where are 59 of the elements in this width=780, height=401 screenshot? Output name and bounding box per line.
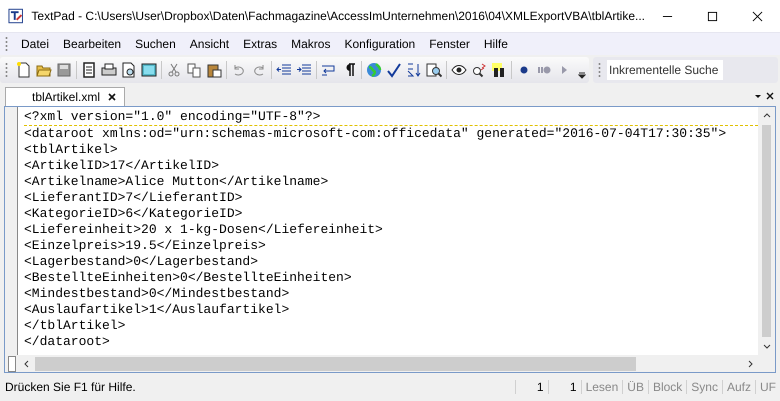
code-line: </dataroot> — [24, 334, 111, 350]
paste-icon[interactable] — [206, 62, 222, 78]
code-line: <Auslaufartikel>1</Auslaufartikel> — [24, 302, 290, 318]
overflow-caret-icon[interactable] — [578, 71, 586, 79]
menu-item[interactable]: Makros — [284, 37, 338, 51]
window-icon[interactable] — [141, 62, 157, 78]
mode-indicator: Lesen — [580, 380, 622, 394]
code-line: <KategorieID>6</KategorieID> — [24, 206, 244, 222]
mode-indicator: Aufz — [722, 380, 755, 394]
cursor-position: 1 — [548, 380, 581, 394]
print-preview-icon[interactable] — [121, 62, 137, 78]
mode-indicator: UF — [755, 380, 780, 394]
save-icon[interactable] — [56, 62, 72, 78]
code-line: <?xml version="1.0" encoding="UTF-8"?> — [24, 109, 758, 126]
eye-icon[interactable] — [451, 62, 467, 78]
close-icon[interactable] — [752, 10, 763, 22]
menu-item[interactable]: Extras — [236, 37, 284, 51]
menu-item[interactable]: Fenster — [422, 37, 477, 51]
menu-item[interactable]: Hilfe — [476, 37, 515, 51]
search-field[interactable]: Inkrementelle Suche — [607, 60, 723, 80]
menu-item[interactable]: Datei — [14, 37, 56, 51]
window-title: TextPad - C:\Users\User\Dropbox\Daten\Fachmagazine\AccessImUnternehmen\2016\04\XMLExportVBA\tblArtike... — [31, 9, 645, 23]
close-icon[interactable] — [766, 92, 774, 100]
menu-item[interactable]: Bearbeiten — [56, 37, 128, 51]
code-line: <ArtikelID>17</ArtikelID> — [24, 158, 220, 174]
replace-icon[interactable] — [471, 62, 487, 78]
code-line: </tblArtikel> — [24, 318, 126, 334]
status-message: Drücken Sie F1 für Hilfe. — [4, 380, 137, 394]
mode-indicator: Block — [648, 380, 686, 394]
code-line: <Mindestbestand>0</Mindestbestand> — [24, 286, 290, 302]
copy-icon[interactable] — [186, 62, 202, 78]
code-line: <LieferantID>7</LieferantID> — [24, 190, 244, 206]
mode-indicator: ÜB — [622, 380, 648, 394]
code-line: <Einzelpreis>19.5</Einzelpreis> — [24, 238, 267, 254]
mode-indicator: Sync — [686, 380, 722, 394]
find-in-files-icon[interactable] — [426, 62, 442, 78]
printer-icon[interactable] — [101, 62, 117, 78]
app-icon — [8, 8, 24, 24]
splitter-handle[interactable] — [8, 356, 16, 372]
code-line: <BestellteEinheiten>0</BestellteEinheiten> — [24, 270, 353, 286]
cursor-position: 1 — [514, 380, 548, 394]
new-file-icon[interactable] — [16, 62, 32, 78]
code-line: <dataroot xmlns:od="urn:schemas-microsoft-com:officedata" generated="2016-07-04T17:30:35"> — [24, 126, 728, 142]
sort-icon[interactable] — [406, 62, 422, 78]
scrollbar-thumb[interactable] — [762, 125, 771, 337]
menu-item[interactable]: Ansicht — [182, 37, 236, 51]
scrollbar-thumb[interactable] — [35, 356, 636, 370]
menu-item[interactable]: Konfiguration — [337, 37, 422, 51]
code-line: <tblArtikel> — [24, 142, 119, 158]
close-icon[interactable] — [108, 93, 116, 101]
code-line: <Artikelname>Alice Mutton</Artikelname> — [24, 174, 330, 190]
document-tab[interactable]: tblArtikel.xml — [5, 87, 126, 106]
menu-item[interactable]: Suchen — [128, 37, 183, 51]
document-icon[interactable] — [81, 62, 97, 78]
dropdown-caret-icon[interactable] — [754, 92, 762, 100]
code-line: <Liefereinheit>20 x 1-kg-Dosen</Liefereinheit> — [24, 222, 384, 238]
maximize-icon[interactable] — [707, 10, 718, 22]
scissors-icon[interactable] — [166, 62, 182, 78]
code-line: <Lagerbestand>0</Lagerbestand> — [24, 254, 260, 270]
